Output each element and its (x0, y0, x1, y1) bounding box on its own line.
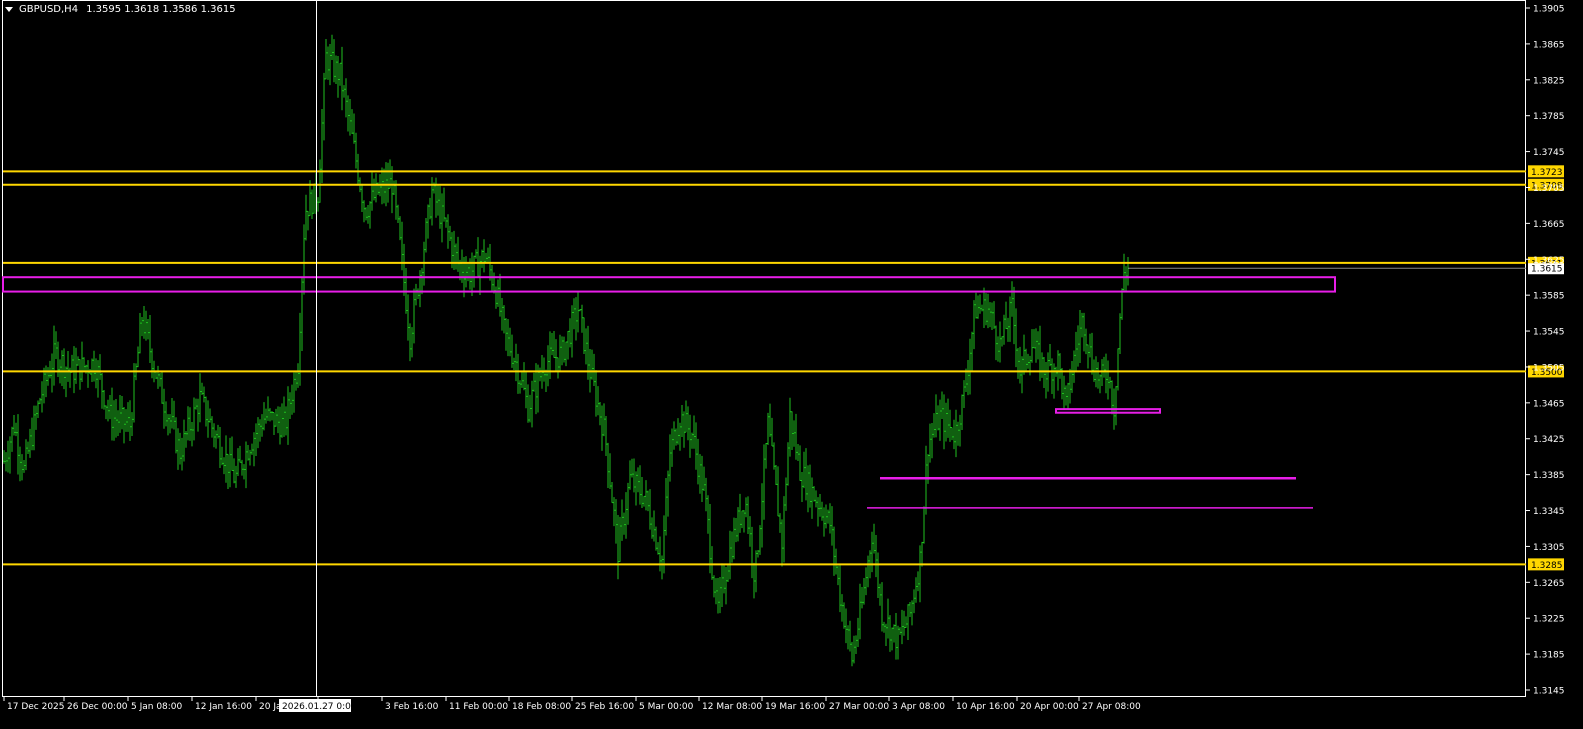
crosshair-time-label: 2026.01.27 0:00 (282, 702, 357, 712)
chart-frame[interactable]: 1.37231.37081.36211.35001.32851.3615 1.3… (0, 0, 1583, 725)
y-tick-label: 1.3705 (1533, 184, 1565, 194)
level-price-label: 1.3285 (1531, 561, 1563, 571)
current-price-label: 1.3615 (1531, 265, 1563, 275)
y-tick-label: 1.3665 (1533, 220, 1565, 230)
y-tick-label: 1.3385 (1533, 471, 1565, 481)
x-tick-label: 19 Mar 16:00 (765, 702, 825, 712)
price-chart[interactable]: 1.37231.37081.36211.35001.32851.3615 1.3… (0, 0, 1583, 725)
chart-background (0, 0, 1583, 725)
y-tick-label: 1.3265 (1533, 579, 1565, 589)
level-price-label: 1.3723 (1531, 168, 1563, 178)
x-tick-label: 26 Dec 00:00 (67, 702, 128, 712)
x-tick-label: 27 Mar 00:00 (829, 702, 889, 712)
y-tick-label: 1.3585 (1533, 292, 1565, 302)
x-tick-label: 5 Jan 08:00 (131, 702, 183, 712)
chart-title: GBPUSD,H4 1.3595 1.3618 1.3586 1.3615 (5, 4, 236, 15)
y-tick-label: 1.3905 (1533, 5, 1565, 15)
x-tick-label: 27 Apr 08:00 (1082, 702, 1141, 712)
x-tick-label: 12 Jan 16:00 (195, 702, 252, 712)
y-tick-label: 1.3145 (1533, 687, 1565, 697)
x-tick-label: 3 Apr 08:00 (892, 702, 945, 712)
y-tick-label: 1.3225 (1533, 615, 1565, 625)
x-tick-label: 5 Mar 00:00 (639, 702, 694, 712)
x-tick-label: 18 Feb 08:00 (512, 702, 571, 712)
chevron-down-icon[interactable] (5, 7, 13, 12)
x-tick-label: 17 Dec 2025 (7, 702, 65, 712)
y-tick-label: 1.3785 (1533, 112, 1565, 122)
y-tick-label: 1.3745 (1533, 148, 1565, 158)
y-tick-label: 1.3865 (1533, 40, 1565, 50)
y-tick-label: 1.3505 (1533, 363, 1565, 373)
symbol-label: GBPUSD,H4 (19, 4, 79, 15)
y-tick-label: 1.3185 (1533, 651, 1565, 661)
x-tick-label: 3 Feb 16:00 (385, 702, 439, 712)
y-tick-label: 1.3305 (1533, 543, 1565, 553)
ohlc-readout: 1.3595 1.3618 1.3586 1.3615 (86, 4, 236, 15)
x-tick-label: 11 Feb 00:00 (449, 702, 508, 712)
y-tick-label: 1.3825 (1533, 76, 1565, 86)
y-tick-label: 1.3625 (1533, 256, 1565, 266)
y-tick-label: 1.3545 (1533, 328, 1565, 338)
x-tick-label: 20 Apr 00:00 (1020, 702, 1079, 712)
x-tick-label: 25 Feb 16:00 (575, 702, 634, 712)
x-tick-label: 12 Mar 08:00 (702, 702, 762, 712)
y-tick-label: 1.3345 (1533, 507, 1565, 517)
y-tick-label: 1.3425 (1533, 435, 1565, 445)
x-tick-label: 10 Apr 16:00 (956, 702, 1015, 712)
y-tick-label: 1.3465 (1533, 399, 1565, 409)
